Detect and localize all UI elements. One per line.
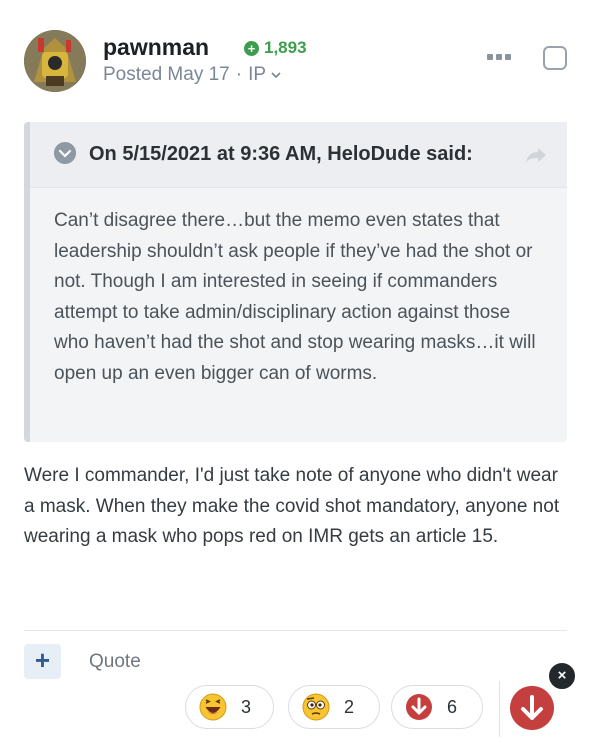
quote-text: Can’t disagree there…but the memo even s…: [54, 210, 536, 384]
multiquote-plus-button[interactable]: +: [24, 644, 61, 679]
reaction-count: 2: [344, 696, 355, 717]
forum-post: pawnman + 1,893 Posted May 17 · IP On 5/…: [0, 0, 591, 750]
chevron-down-icon[interactable]: [270, 69, 282, 81]
downvote-react-button[interactable]: [510, 686, 554, 730]
post-date[interactable]: Posted May 17: [103, 64, 230, 86]
haha-emoji-icon: [199, 693, 227, 721]
separator-dot: ·: [235, 64, 243, 85]
quote-button[interactable]: Quote: [89, 651, 141, 673]
close-reaction-button[interactable]: ×: [547, 661, 577, 691]
reaction-count: 6: [447, 696, 458, 717]
reaction-divider: [499, 681, 500, 737]
reaction-haha[interactable]: 3: [185, 685, 274, 729]
collapse-quote-icon[interactable]: [54, 142, 76, 164]
quoted-post: On 5/15/2021 at 9:36 AM, HeloDude said: …: [24, 122, 567, 442]
quote-citation[interactable]: On 5/15/2021 at 9:36 AM, HeloDude said:: [89, 143, 473, 166]
go-to-quote-icon[interactable]: [524, 146, 548, 164]
post-content: Were I commander, I'd just take note of …: [24, 465, 560, 547]
quote-header: On 5/15/2021 at 9:36 AM, HeloDude said:: [30, 122, 567, 188]
downvote-icon: [406, 694, 432, 720]
divider: [24, 630, 567, 631]
post-meta: Posted May 17 · IP: [103, 64, 282, 86]
ip-label[interactable]: IP: [248, 64, 266, 86]
avatar[interactable]: [24, 30, 86, 92]
select-post-checkbox[interactable]: [543, 46, 567, 70]
reaction-downvote[interactable]: 6: [391, 685, 483, 729]
reaction-count: 3: [241, 696, 252, 717]
reputation-count: 1,893: [264, 38, 307, 57]
username[interactable]: pawnman: [103, 34, 209, 61]
reputation-badge[interactable]: + 1,893: [244, 38, 307, 58]
reaction-confused[interactable]: 2: [288, 685, 380, 729]
confused-emoji-icon: [302, 693, 330, 721]
more-options-icon[interactable]: [487, 50, 513, 64]
plus-circle-icon: +: [244, 40, 259, 56]
